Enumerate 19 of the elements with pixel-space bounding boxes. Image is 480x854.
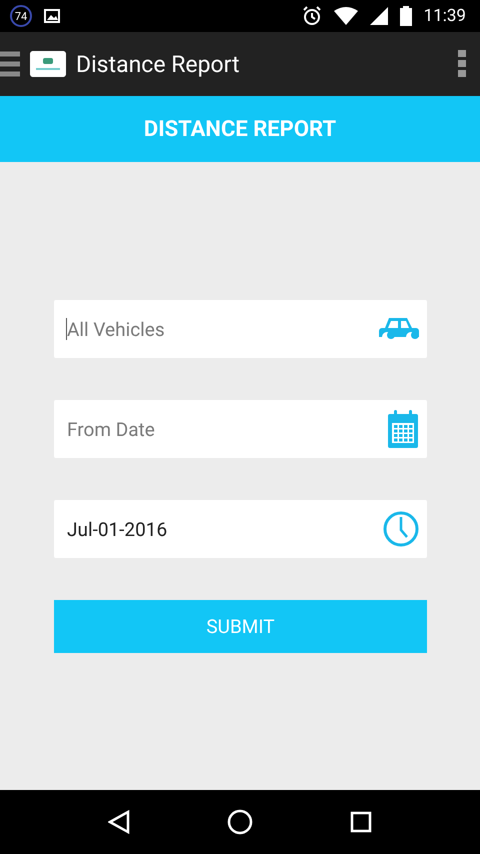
app-logo-icon xyxy=(30,51,66,77)
image-icon xyxy=(44,9,60,23)
signal-icon xyxy=(370,7,388,25)
home-icon[interactable] xyxy=(226,809,253,835)
battery-icon xyxy=(400,6,412,26)
alarm-icon xyxy=(302,6,322,26)
menu-icon[interactable] xyxy=(0,50,20,78)
recents-icon[interactable] xyxy=(350,811,372,833)
wifi-icon xyxy=(334,7,358,25)
page-heading: DISTANCE REPORT xyxy=(144,116,336,142)
notification-badge: 74 xyxy=(10,5,32,27)
overflow-menu-icon[interactable] xyxy=(458,50,466,78)
calendar-icon xyxy=(387,409,419,449)
app-title: Distance Report xyxy=(76,50,241,78)
back-icon[interactable] xyxy=(108,810,130,834)
clock-time: 11:39 xyxy=(424,6,466,26)
vehicle-field[interactable]: All Vehicles xyxy=(54,300,427,358)
time-field[interactable]: Jul-01-2016 xyxy=(54,500,427,558)
date-field[interactable]: From Date xyxy=(54,400,427,458)
